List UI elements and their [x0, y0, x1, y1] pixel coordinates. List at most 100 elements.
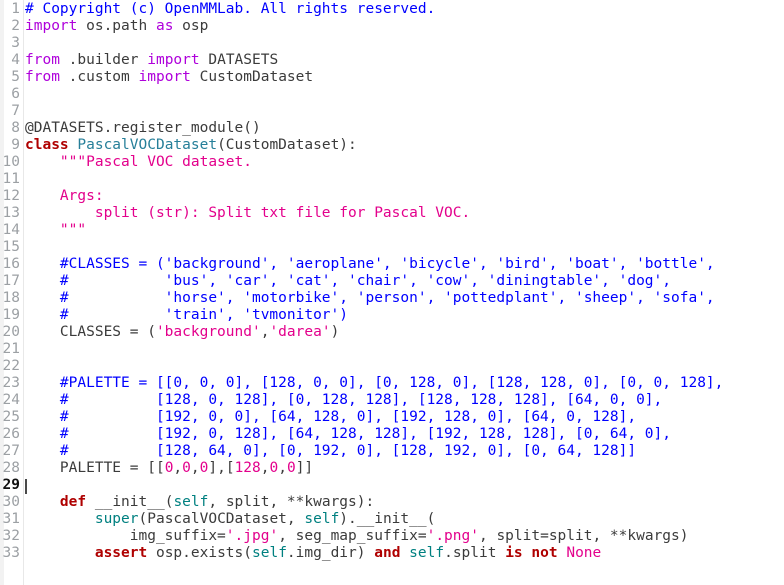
- code-text[interactable]: super(PascalVOCDataset, self).__init__(: [25, 511, 435, 528]
- code-text[interactable]: PALETTE = [[0,0,0],[128,0,0]]: [25, 460, 313, 477]
- line-number[interactable]: 18: [0, 290, 20, 307]
- line-number[interactable]: 24: [0, 392, 20, 409]
- code-line[interactable]: 30 def __init__(self, split, **kwargs):: [0, 494, 784, 511]
- code-token: , split, **kwargs):: [208, 494, 375, 510]
- code-line[interactable]: 5 from .custom import CustomDataset: [0, 69, 784, 86]
- code-line[interactable]: 19 # 'train', 'tvmonitor'): [0, 307, 784, 324]
- code-line[interactable]: 1 # Copyright (c) OpenMMLab. All rights r…: [0, 1, 784, 18]
- code-text[interactable]: # [192, 0, 0], [64, 128, 0], [192, 128, …: [25, 409, 636, 426]
- code-line[interactable]: 24 # [128, 0, 128], [0, 128, 128], [128,…: [0, 392, 784, 409]
- code-text[interactable]: split (str): Split txt file for Pascal V…: [25, 205, 470, 222]
- code-line[interactable]: 29: [0, 477, 784, 494]
- code-text[interactable]: # [128, 0, 128], [0, 128, 128], [128, 12…: [25, 392, 662, 409]
- code-line[interactable]: 8 @DATASETS.register_module(): [0, 120, 784, 137]
- line-number[interactable]: 19: [0, 307, 20, 324]
- line-number[interactable]: 27: [0, 443, 20, 460]
- line-number[interactable]: 15: [0, 239, 20, 256]
- line-number[interactable]: 16: [0, 256, 20, 273]
- code-line[interactable]: 14 """: [0, 222, 784, 239]
- code-line[interactable]: 3: [0, 35, 784, 52]
- code-line[interactable]: 2 import os.path as osp: [0, 18, 784, 35]
- code-text[interactable]: # 'bus', 'car', 'cat', 'chair', 'cow', '…: [25, 273, 671, 290]
- code-line[interactable]: 6: [0, 86, 784, 103]
- line-number[interactable]: 32: [0, 528, 20, 545]
- code-text[interactable]: class PascalVOCDataset(CustomDataset):: [25, 137, 357, 154]
- code-text[interactable]: Args:: [25, 188, 104, 205]
- line-number[interactable]: 22: [0, 358, 20, 375]
- code-line[interactable]: 13 split (str): Split txt file for Pasca…: [0, 205, 784, 222]
- code-text[interactable]: @DATASETS.register_module(): [25, 120, 261, 137]
- code-token: #PALETTE = [[0, 0, 0], [128, 0, 0], [0, …: [25, 375, 724, 391]
- line-number[interactable]: 1: [0, 1, 20, 18]
- line-number[interactable]: 9: [0, 137, 20, 154]
- code-line[interactable]: 32 img_suffix='.jpg', seg_map_suffix='.p…: [0, 528, 784, 545]
- line-number[interactable]: 14: [0, 222, 20, 239]
- code-text[interactable]: # [192, 0, 128], [64, 128, 128], [192, 1…: [25, 426, 671, 443]
- code-text[interactable]: """: [25, 222, 86, 239]
- code-line[interactable]: 20 CLASSES = ('background','darea'): [0, 324, 784, 341]
- code-line[interactable]: 26 # [192, 0, 128], [64, 128, 128], [192…: [0, 426, 784, 443]
- code-token: '.jpg': [225, 528, 279, 544]
- code-text[interactable]: assert osp.exists(self.img_dir) and self…: [25, 545, 601, 562]
- code-token: , seg_map_suffix=: [278, 528, 427, 544]
- code-line[interactable]: 16 #CLASSES = ('background', 'aeroplane'…: [0, 256, 784, 273]
- code-token: 128: [234, 460, 261, 476]
- line-number[interactable]: 28: [0, 460, 20, 477]
- line-number[interactable]: 20: [0, 324, 20, 341]
- code-line[interactable]: 9 class PascalVOCDataset(CustomDataset):: [0, 137, 784, 154]
- code-text[interactable]: CLASSES = ('background','darea'): [25, 324, 339, 341]
- code-text[interactable]: """Pascal VOC dataset.: [25, 154, 252, 171]
- code-line[interactable]: 4 from .builder import DATASETS: [0, 52, 784, 69]
- line-number[interactable]: 8: [0, 120, 20, 137]
- code-text[interactable]: #PALETTE = [[0, 0, 0], [128, 0, 0], [0, …: [25, 375, 723, 392]
- line-number[interactable]: 12: [0, 188, 20, 205]
- code-line[interactable]: 18 # 'horse', 'motorbike', 'person', 'po…: [0, 290, 784, 307]
- code-line[interactable]: 22: [0, 358, 784, 375]
- code-line[interactable]: 31 super(PascalVOCDataset, self).__init_…: [0, 511, 784, 528]
- line-number[interactable]: 6: [0, 86, 20, 103]
- line-number[interactable]: 17: [0, 273, 20, 290]
- code-line[interactable]: 33 assert osp.exists(self.img_dir) and s…: [0, 545, 784, 562]
- line-number[interactable]: 31: [0, 511, 20, 528]
- code-line[interactable]: 21: [0, 341, 784, 358]
- code-text[interactable]: img_suffix='.jpg', seg_map_suffix='.png'…: [25, 528, 689, 545]
- code-line[interactable]: 27 # [128, 64, 0], [0, 192, 0], [128, 19…: [0, 443, 784, 460]
- code-editor[interactable]: 1 # Copyright (c) OpenMMLab. All rights r…: [0, 0, 784, 585]
- line-number[interactable]: 30: [0, 494, 20, 511]
- code-line[interactable]: 23 #PALETTE = [[0, 0, 0], [128, 0, 0], […: [0, 375, 784, 392]
- code-text[interactable]: # [128, 64, 0], [0, 192, 0], [128, 192, …: [25, 443, 636, 460]
- code-text[interactable]: from .custom import CustomDataset: [25, 69, 313, 86]
- code-text[interactable]: import os.path as osp: [25, 18, 208, 35]
- code-line[interactable]: 12 Args:: [0, 188, 784, 205]
- code-token: 0: [269, 460, 279, 476]
- line-number[interactable]: 10: [0, 154, 20, 171]
- code-line[interactable]: 7: [0, 103, 784, 120]
- line-number[interactable]: 33: [0, 545, 20, 562]
- code-line[interactable]: 11: [0, 171, 784, 188]
- code-text[interactable]: def __init__(self, split, **kwargs):: [25, 494, 374, 511]
- line-number[interactable]: 29: [0, 477, 20, 494]
- line-number[interactable]: 25: [0, 409, 20, 426]
- code-text[interactable]: from .builder import DATASETS: [25, 52, 278, 69]
- line-number[interactable]: 7: [0, 103, 20, 120]
- line-number[interactable]: 2: [0, 18, 20, 35]
- code-token: self: [304, 511, 340, 527]
- line-number[interactable]: 11: [0, 171, 20, 188]
- line-number[interactable]: 21: [0, 341, 20, 358]
- code-text[interactable]: # Copyright (c) OpenMMLab. All rights re…: [25, 1, 435, 18]
- code-line[interactable]: 10 """Pascal VOC dataset.: [0, 154, 784, 171]
- code-line[interactable]: 15: [0, 239, 784, 256]
- code-text[interactable]: # 'horse', 'motorbike', 'person', 'potte…: [25, 290, 715, 307]
- line-number[interactable]: 5: [0, 69, 20, 86]
- code-content[interactable]: 1 # Copyright (c) OpenMMLab. All rights r…: [0, 1, 784, 562]
- code-text[interactable]: # 'train', 'tvmonitor'): [25, 307, 348, 324]
- line-number[interactable]: 13: [0, 205, 20, 222]
- line-number[interactable]: 23: [0, 375, 20, 392]
- code-line[interactable]: 25 # [192, 0, 0], [64, 128, 0], [192, 12…: [0, 409, 784, 426]
- line-number[interactable]: 4: [0, 52, 20, 69]
- line-number[interactable]: 26: [0, 426, 20, 443]
- code-line[interactable]: 28 PALETTE = [[0,0,0],[128,0,0]]: [0, 460, 784, 477]
- code-text[interactable]: #CLASSES = ('background', 'aeroplane', '…: [25, 256, 715, 273]
- code-line[interactable]: 17 # 'bus', 'car', 'cat', 'chair', 'cow'…: [0, 273, 784, 290]
- line-number[interactable]: 3: [0, 35, 20, 52]
